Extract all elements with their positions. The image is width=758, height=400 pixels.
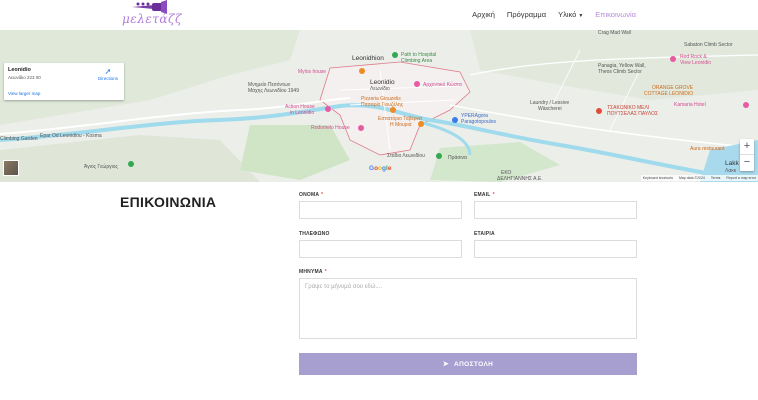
- map-label-in-leonidio: in Leonidio: [290, 110, 315, 116]
- map-attribution: Keyboard shortcuts Map data ©2024 Terms …: [640, 175, 758, 181]
- map-label-pizzeria-gr: Πιτσαρία Γιουζέλης: [361, 102, 404, 108]
- email-label: EMAIL *: [474, 192, 495, 198]
- site-header: μελετάζζ Αρχική Πρόγραμμα Υλικό ▼ Επικοιν…: [0, 0, 758, 30]
- required-mark: *: [321, 192, 324, 198]
- company-label: ΕΤΑΙΡΙΑ: [474, 231, 495, 237]
- view-larger-map-link[interactable]: View larger map: [8, 91, 40, 96]
- phone-label: ΤΗΛΕΦΩΝΟ: [299, 231, 330, 237]
- pin-rodomelo[interactable]: [358, 125, 364, 131]
- map-label-cottage: COTTAGE LEONIDIO: [644, 91, 694, 97]
- map-label-climbing-area: Climbing Area: [401, 58, 433, 64]
- nav-program[interactable]: Πρόγραμμα: [507, 10, 546, 19]
- pin-stadio[interactable]: [436, 153, 442, 159]
- message-label-text: ΜΗΝΥΜΑ: [299, 269, 323, 275]
- main-nav: Αρχική Πρόγραμμα Υλικό ▼ Επικοινωνία: [472, 10, 636, 19]
- pin-kamaria[interactable]: [743, 102, 749, 108]
- name-label: ΟΝΟΜΑ *: [299, 192, 323, 198]
- map-label-arxontiko: Αρχοντικό Κώστα: [423, 82, 462, 88]
- pin-red-rock[interactable]: [670, 56, 676, 62]
- google-map[interactable]: Leonidhion Path to Hospital Climbing Are…: [0, 30, 758, 182]
- map-label-prasina: Πράσινα: [448, 155, 467, 161]
- map-data-text: Map data ©2024: [678, 176, 705, 180]
- map-label-theos: Theos Climb Sector: [598, 69, 642, 75]
- nav-contact[interactable]: Επικοινωνία: [595, 10, 636, 19]
- map-label-poutselas: ΠΟΥΤΣΕΛΑΣ ΠΑΥΛΟΣ: [607, 111, 659, 117]
- map-label-monument2: Μάχης Λεωνιδίου 1949: [248, 88, 299, 94]
- map-label-leonidio-gr: Λεωνίδιο: [370, 86, 390, 92]
- map-label-waschere: Wäscherei: [538, 106, 562, 112]
- map-label-agios: Άγιος Γεώργιος: [84, 164, 118, 170]
- caret-down-icon: ▼: [578, 13, 584, 19]
- map-label-lakk: Lakk: [725, 160, 739, 167]
- map-label-lakk-gr: Λακκ: [725, 168, 737, 174]
- map-label-crag-mad: Crag Mad Wall: [598, 30, 631, 36]
- map-label-climbing-garden: Climbing Garden: [0, 136, 38, 142]
- pin-mylos[interactable]: [359, 68, 365, 74]
- pin-yperagora[interactable]: [452, 117, 458, 123]
- directions-button[interactable]: ➚ Directions: [96, 67, 120, 85]
- logo-text: μελετάζζ: [122, 12, 183, 26]
- map-label-rodomelo: Rodomelo House: [311, 125, 350, 131]
- nav-home[interactable]: Αρχική: [472, 10, 495, 19]
- zoom-out-button[interactable]: −: [740, 155, 754, 171]
- map-place-name: Leonidio: [8, 67, 31, 73]
- terms-link[interactable]: Terms: [711, 175, 721, 181]
- directions-label: Directions: [97, 76, 118, 81]
- report-error-link[interactable]: Report a map error: [726, 175, 756, 181]
- pin-pizzeria[interactable]: [390, 107, 396, 113]
- directions-icon: ➚: [104, 67, 112, 76]
- required-mark: *: [492, 192, 495, 198]
- map-label-mouria: Η Μουριά: [390, 122, 412, 128]
- zoom-in-button[interactable]: +: [740, 139, 754, 155]
- name-input[interactable]: [299, 201, 462, 219]
- map-label-leonidhion: Leonidhion: [352, 55, 384, 62]
- pin-mouria[interactable]: [418, 121, 424, 127]
- name-label-text: ΟΝΟΜΑ: [299, 192, 320, 198]
- company-input[interactable]: [474, 240, 637, 258]
- phone-input[interactable]: [299, 240, 462, 258]
- contact-page: μελετάζζ Αρχική Πρόγραμμα Υλικό ▼ Επικοιν…: [0, 0, 758, 400]
- map-label-epar-od: Epar Od Leonidiou - Kosma: [40, 133, 102, 139]
- map-label-delegiannis: ΔΕΛΗΓΙΑΝΝΗΣ Α.Ε.: [497, 176, 543, 182]
- map-place-card: Leonidio Λεωνίδιο 223 00 View larger map…: [4, 63, 124, 100]
- map-zoom-control: + −: [740, 139, 754, 171]
- google-logo: Google: [369, 165, 392, 172]
- map-street-view-thumbnail[interactable]: [3, 160, 19, 176]
- page-title: ΕΠΙΚΟΙΝΩΝΙΑ: [120, 194, 217, 210]
- site-logo[interactable]: μελετάζζ: [122, 0, 182, 30]
- send-icon: ➤: [442, 361, 449, 368]
- map-label-kamaria: Kamaria Hotel: [674, 102, 706, 108]
- map-place-address: Λεωνίδιο 223 00: [8, 75, 41, 80]
- pin-arxontiko[interactable]: [414, 81, 420, 87]
- pin-hospital[interactable]: [392, 52, 398, 58]
- map-label-aura: Aura restaurant: [690, 146, 725, 152]
- message-label: ΜΗΝΥΜΑ *: [299, 269, 327, 275]
- pin-action-house[interactable]: [325, 106, 331, 112]
- map-label-sabaton: Sabaton Climb Sector: [684, 42, 733, 48]
- submit-label: ΑΠΟΣΤΟΛΗ: [453, 360, 494, 368]
- map-label-mylos: Mylos house: [298, 69, 327, 75]
- required-mark: *: [324, 269, 327, 275]
- map-label-paragotopoulos: Paragotopoulos: [461, 119, 497, 125]
- email-input[interactable]: [474, 201, 637, 219]
- pin-tsakoniko[interactable]: [596, 108, 602, 114]
- nav-material[interactable]: Υλικό ▼: [558, 10, 583, 19]
- keyboard-shortcuts-link[interactable]: Keyboard shortcuts: [643, 175, 673, 181]
- submit-button[interactable]: ➤ ΑΠΟΣΤΟΛΗ: [299, 353, 637, 375]
- message-textarea[interactable]: [299, 278, 637, 339]
- nav-material-label: Υλικό: [558, 10, 577, 19]
- map-label-view-leonidio: View Leonidio: [680, 60, 712, 66]
- pin-agios[interactable]: [128, 161, 134, 167]
- email-label-text: EMAIL: [474, 192, 491, 198]
- map-label-stadio: Στάδιο Λεωνιδίου: [387, 153, 425, 159]
- map-label-leonidio: Leonidio: [370, 79, 395, 86]
